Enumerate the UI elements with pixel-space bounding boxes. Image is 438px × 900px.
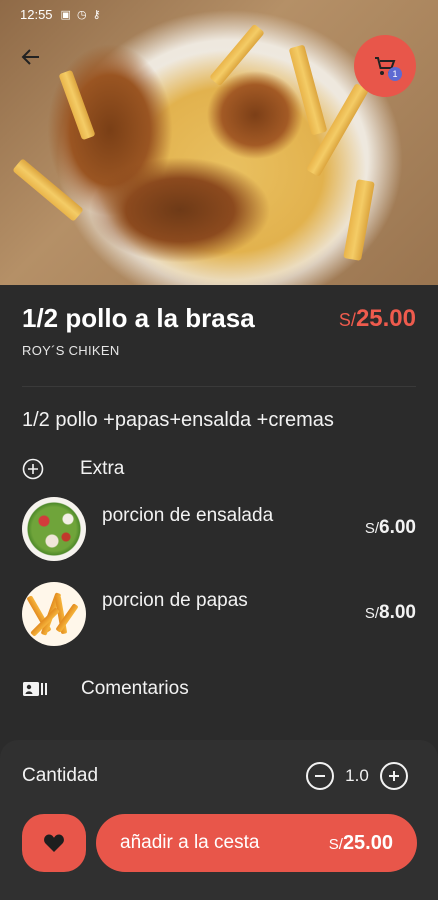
fry-decor: [343, 179, 375, 261]
status-time: 12:55: [20, 6, 53, 22]
divider: [22, 386, 416, 387]
increment-button[interactable]: [380, 762, 408, 790]
restaurant-name: ROY´S CHIKEN: [22, 343, 120, 358]
plus-icon: [389, 771, 399, 781]
price-value: 6.00: [379, 517, 416, 538]
add-to-cart-button[interactable]: añadir a la cesta S/25.00: [96, 814, 417, 872]
product-description: 1/2 pollo +papas+ensalda +cremas: [22, 409, 334, 431]
currency-symbol: S/: [364, 605, 380, 622]
decrement-button[interactable]: [306, 762, 334, 790]
heart-icon: [44, 834, 64, 852]
image-icon: ▣: [60, 8, 71, 21]
extra-item-price: S/8.00: [365, 602, 416, 624]
salad-thumbnail: [22, 497, 86, 561]
favorite-button[interactable]: [22, 814, 86, 872]
extras-header: Extra: [22, 458, 124, 480]
currency-symbol: S/: [364, 520, 380, 537]
fry-decor: [12, 158, 84, 222]
quantity-stepper: 1.0: [306, 762, 408, 790]
status-icons: ▣ ◷ ⚷: [61, 8, 101, 21]
comments-row[interactable]: Comentarios: [22, 678, 189, 700]
extra-item-name: porcion de papas: [102, 590, 248, 611]
plus-circle-icon: [22, 458, 44, 480]
timer-icon: ◷: [76, 8, 87, 21]
back-button[interactable]: [14, 40, 48, 74]
fry-decor: [209, 23, 265, 87]
extra-item-name: porcion de ensalada: [102, 505, 274, 526]
cart-badge: 1: [388, 67, 402, 81]
quantity-label: Cantidad: [22, 765, 99, 786]
minus-icon: [315, 775, 325, 777]
order-panel: Cantidad 1.0 añadir a la cesta S/25.00: [0, 740, 438, 900]
cart-button[interactable]: 1: [354, 35, 416, 97]
product-title: 1/2 pollo a la brasa: [22, 303, 255, 333]
product-price: S/25.00: [339, 305, 416, 333]
price-value: 8.00: [379, 602, 416, 623]
fry-decor: [58, 69, 96, 141]
comment-icon: [23, 682, 47, 696]
price-value: 25.00: [355, 305, 416, 332]
product-hero-image: 12:55 ▣ ◷ ⚷ 1: [0, 0, 438, 285]
extra-item-salad[interactable]: porcion de ensalada S/6.00: [22, 497, 416, 561]
currency-symbol: S/: [328, 835, 343, 853]
add-to-cart-label: añadir a la cesta: [120, 832, 260, 853]
fry-decor: [288, 44, 328, 136]
fries-thumbnail: [22, 582, 86, 646]
price-value: 25.00: [342, 831, 393, 854]
arrow-left-icon: [21, 49, 39, 65]
quantity-value: 1.0: [345, 766, 369, 785]
comments-label: Comentarios: [81, 678, 189, 699]
add-to-cart-price: S/25.00: [329, 832, 393, 855]
currency-symbol: S/: [338, 310, 356, 330]
status-bar: 12:55 ▣ ◷ ⚷: [0, 0, 438, 28]
extra-item-price: S/6.00: [365, 517, 416, 539]
key-icon: ⚷: [92, 8, 101, 21]
extra-item-fries[interactable]: porcion de papas S/8.00: [22, 582, 416, 646]
extras-label: Extra: [80, 458, 125, 479]
